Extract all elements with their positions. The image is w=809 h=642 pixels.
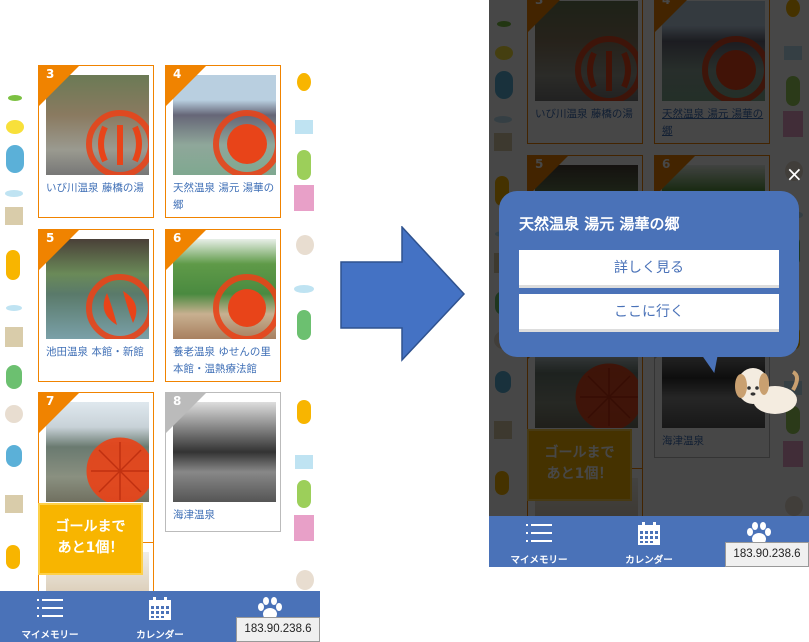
ip-address-label: 183.90.238.6 bbox=[236, 617, 320, 642]
nav-calendar[interactable]: カレンダー bbox=[599, 516, 699, 567]
details-button[interactable]: 詳しく見る bbox=[519, 250, 779, 288]
ip-address-label: 183.90.238.6 bbox=[725, 542, 809, 567]
crest-stamp-icon bbox=[213, 110, 276, 175]
popup-title: 天然温泉 湯元 湯華の郷 bbox=[519, 215, 680, 233]
dog-mascot-icon bbox=[735, 368, 799, 414]
crest-stamp-icon bbox=[86, 437, 149, 502]
stamp-card-uncollected[interactable]: 8 海津温泉 bbox=[165, 392, 281, 532]
calendar-icon bbox=[638, 522, 660, 545]
card-title[interactable]: 海津温泉 bbox=[173, 507, 279, 524]
nav-my-memory[interactable]: マイメモリー bbox=[489, 516, 589, 567]
side-decoration-right bbox=[290, 65, 320, 635]
bottom-nav: マイメモリー カレンダー 183.90.238.6 bbox=[0, 591, 320, 642]
bottom-nav: マイメモリー カレンダー 183.90.238.6 bbox=[489, 516, 809, 567]
card-title[interactable]: いび川温泉 藤橋の湯 bbox=[46, 180, 152, 197]
stamp-card[interactable]: 3 いび川温泉 藤橋の湯 bbox=[38, 65, 154, 218]
stamp-card[interactable]: 5 池田温泉 本館・新館 bbox=[38, 229, 154, 382]
crest-stamp-icon bbox=[86, 274, 149, 339]
right-arrow-icon bbox=[340, 226, 466, 362]
stamp-grid: 3 いび川温泉 藤橋の湯 4 天然温泉 湯元 湯華の郷 5 池田温泉 本館・新館… bbox=[0, 65, 320, 635]
close-icon[interactable]: × bbox=[786, 164, 803, 184]
goal-remaining-badge: ゴールまで あと1個！ bbox=[38, 503, 143, 575]
list-icon bbox=[526, 524, 552, 542]
calendar-icon bbox=[149, 597, 171, 620]
crest-stamp-icon bbox=[213, 274, 276, 339]
card-title[interactable]: 養老温泉 ゆせんの里本館・温熱療法館 bbox=[173, 344, 279, 378]
onsen-popup: 天然温泉 湯元 湯華の郷 詳しく見る ここに行く bbox=[499, 191, 799, 357]
stamp-card[interactable]: 6 養老温泉 ゆせんの里本館・温熱療法館 bbox=[165, 229, 281, 382]
card-title[interactable]: 池田温泉 本館・新館 bbox=[46, 344, 152, 361]
list-icon bbox=[37, 599, 63, 617]
go-here-button[interactable]: ここに行く bbox=[519, 294, 779, 332]
nav-my-memory[interactable]: マイメモリー bbox=[0, 591, 100, 642]
side-decoration-left bbox=[0, 65, 30, 635]
nav-calendar[interactable]: カレンダー bbox=[110, 591, 210, 642]
app-screen-before: 3 いび川温泉 藤橋の湯 4 天然温泉 湯元 湯華の郷 5 池田温泉 本館・新館… bbox=[0, 62, 320, 642]
crest-stamp-icon bbox=[86, 110, 149, 175]
card-title[interactable]: 天然温泉 湯元 湯華の郷 bbox=[173, 180, 279, 214]
stamp-card[interactable]: 4 天然温泉 湯元 湯華の郷 bbox=[165, 65, 281, 218]
